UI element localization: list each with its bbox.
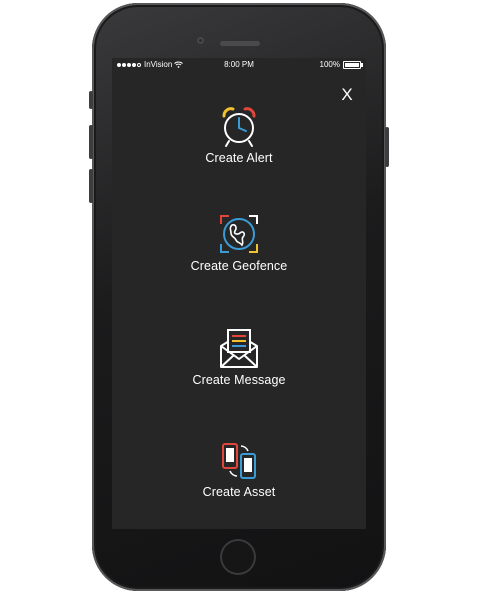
globe-frame-icon — [220, 215, 258, 253]
mobile-devices-icon — [222, 443, 256, 479]
home-button[interactable] — [220, 539, 256, 575]
power-button — [385, 127, 389, 167]
create-message-label: Create Message — [192, 373, 286, 387]
app-screen: InVision 8:00 PM 100% X Create Alert Cre… — [112, 58, 366, 529]
status-bar: InVision 8:00 PM 100% — [112, 58, 366, 72]
create-alert-label: Create Alert — [205, 151, 273, 165]
alarm-clock-icon — [222, 107, 256, 147]
battery-icon — [343, 60, 363, 69]
earpiece-speaker — [220, 41, 260, 46]
status-battery-group: 100% — [319, 60, 363, 69]
mute-switch — [89, 91, 93, 109]
create-message-button[interactable]: Create Message — [112, 326, 366, 387]
phone-frame: InVision 8:00 PM 100% X Create Alert Cre… — [89, 3, 389, 591]
create-geofence-label: Create Geofence — [190, 259, 288, 273]
create-asset-label: Create Asset — [202, 485, 276, 499]
envelope-letter-icon — [220, 329, 258, 368]
create-geofence-button[interactable]: Create Geofence — [112, 212, 366, 273]
close-button[interactable]: X — [338, 86, 356, 104]
volume-up-button — [89, 125, 93, 159]
create-asset-button[interactable]: Create Asset — [112, 440, 366, 499]
battery-percentage: 100% — [319, 60, 340, 69]
volume-down-button — [89, 169, 93, 203]
front-camera — [197, 37, 204, 44]
create-alert-button[interactable]: Create Alert — [112, 104, 366, 165]
